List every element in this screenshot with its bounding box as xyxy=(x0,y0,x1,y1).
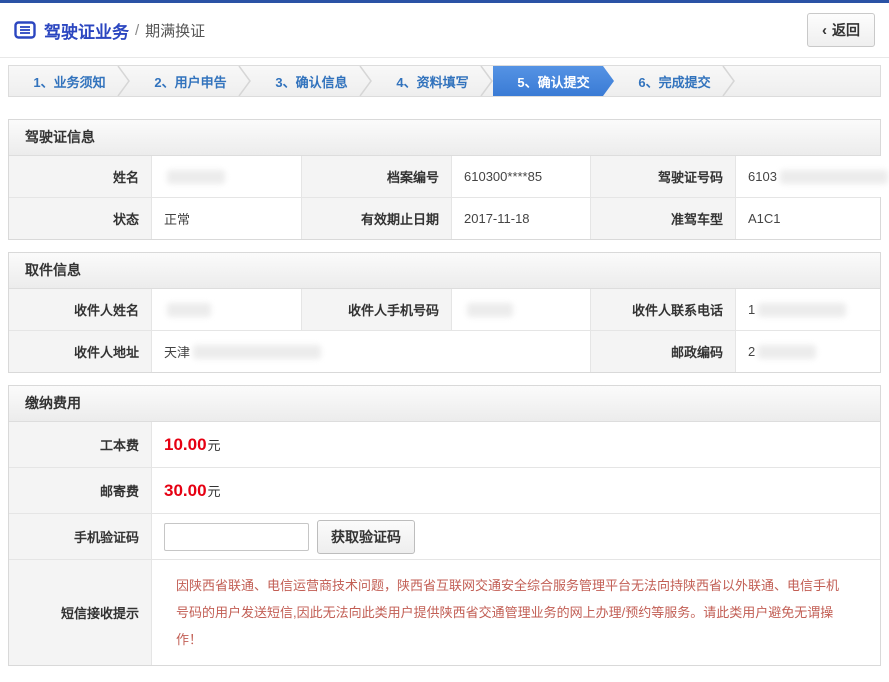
step-navigation: 1、业务须知 2、用户申告 3、确认信息 4、资料填写 5、确认提交 xyxy=(8,65,881,97)
table-row: 收件人地址 天津 邮政编码 2 xyxy=(9,330,880,372)
license-no-text: 6103 xyxy=(748,169,777,184)
step-2-declaration[interactable]: 2、用户申告 xyxy=(130,66,251,96)
recipient-mobile-value xyxy=(452,289,591,330)
name-label: 姓名 xyxy=(9,156,152,197)
sms-code-label: 手机验证码 xyxy=(9,514,152,559)
section-title: 缴纳费用 xyxy=(9,386,880,422)
recipient-address-label: 收件人地址 xyxy=(9,331,152,372)
status-label: 状态 xyxy=(9,198,152,239)
back-button[interactable]: ‹ 返回 xyxy=(807,13,875,47)
censored-blur xyxy=(167,170,225,184)
step-6-complete[interactable]: 6、完成提交 xyxy=(614,66,735,96)
expiry-label: 有效期止日期 xyxy=(302,198,452,239)
postage-fee-unit: 元 xyxy=(208,481,221,500)
name-value xyxy=(152,156,302,197)
vehicle-class-label: 准驾车型 xyxy=(591,198,736,239)
sms-code-input[interactable] xyxy=(164,523,309,551)
table-row: 邮寄费 30.00 元 xyxy=(9,467,880,513)
table-row: 短信接收提示 因陕西省联通、电信运营商技术问题，陕西省互联网交通安全综合服务管理… xyxy=(9,559,880,665)
breadcrumb-separator: / xyxy=(135,22,139,39)
table-row: 收件人姓名 收件人手机号码 收件人联系电话 1 xyxy=(9,289,880,330)
recipient-mobile-label: 收件人手机号码 xyxy=(302,289,452,330)
step-3-confirm-info[interactable]: 3、确认信息 xyxy=(251,66,372,96)
recipient-phone-text: 1 xyxy=(748,302,755,317)
chevron-right-icon xyxy=(238,66,251,96)
footer-actions: 上一步 完成 xyxy=(0,666,889,682)
chevron-right-icon xyxy=(359,66,372,96)
recipient-name-label: 收件人姓名 xyxy=(9,289,152,330)
recipient-address-text: 天津 xyxy=(164,342,190,361)
censored-blur xyxy=(467,303,513,317)
table-row: 状态 正常 有效期止日期 2017-11-18 准驾车型 A1C1 xyxy=(9,197,880,239)
step-label: 3、确认信息 xyxy=(275,72,347,91)
file-no-label: 档案编号 xyxy=(302,156,452,197)
postal-code-text: 2 xyxy=(748,344,755,359)
pickup-info-section: 取件信息 收件人姓名 收件人手机号码 收件人联系电话 1 收件人地址 天津 xyxy=(8,252,881,373)
license-info-section: 驾驶证信息 姓名 档案编号 610300****85 驾驶证号码 6103 状态… xyxy=(8,119,881,240)
page-header: 驾驶证业务 / 期满换证 ‹ 返回 xyxy=(0,3,889,58)
chevron-right-icon xyxy=(480,66,493,96)
postage-fee-value: 30.00 元 xyxy=(152,468,880,513)
censored-blur xyxy=(167,303,211,317)
step-1-notice[interactable]: 1、业务须知 xyxy=(9,66,130,96)
chevron-right-icon xyxy=(117,66,130,96)
license-no-label: 驾驶证号码 xyxy=(591,156,736,197)
section-title: 驾驶证信息 xyxy=(9,120,880,156)
step-label: 1、业务须知 xyxy=(33,72,105,91)
vehicle-class-value: A1C1 xyxy=(736,198,880,239)
section-title: 取件信息 xyxy=(9,253,880,289)
page-title: 驾驶证业务 xyxy=(44,18,129,43)
step-label: 6、完成提交 xyxy=(638,72,710,91)
table-row: 姓名 档案编号 610300****85 驾驶证号码 6103 xyxy=(9,156,880,197)
chevron-left-icon: ‹ xyxy=(822,23,827,38)
censored-blur xyxy=(758,303,846,317)
postage-fee-label: 邮寄费 xyxy=(9,468,152,513)
recipient-name-value xyxy=(152,289,302,330)
breadcrumb-current: 期满换证 xyxy=(145,20,205,41)
postal-code-label: 邮政编码 xyxy=(591,331,736,372)
postal-code-value: 2 xyxy=(736,331,880,372)
censored-blur xyxy=(193,345,321,359)
recipient-address-value: 天津 xyxy=(152,331,591,372)
sms-notice-cell: 因陕西省联通、电信运营商技术问题，陕西省互联网交通安全综合服务管理平台无法向持陕… xyxy=(152,560,880,665)
step-label: 4、资料填写 xyxy=(396,72,468,91)
cost-fee-value: 10.00 元 xyxy=(152,422,880,467)
cost-fee-amount: 10.00 xyxy=(164,435,207,455)
file-no-value: 610300****85 xyxy=(452,156,591,197)
license-no-value: 6103 xyxy=(736,156,889,197)
sms-code-cell: 获取验证码 xyxy=(152,514,880,559)
fees-section: 缴纳费用 工本费 10.00 元 邮寄费 30.00 元 手机验证码 获取验证码… xyxy=(8,385,881,666)
recipient-phone-label: 收件人联系电话 xyxy=(591,289,736,330)
step-label: 5、确认提交 xyxy=(517,72,589,91)
censored-blur xyxy=(780,170,888,184)
license-renewal-page: 驾驶证业务 / 期满换证 ‹ 返回 1、业务须知 2、用户申告 3、确认信息 xyxy=(0,0,889,682)
recipient-phone-value: 1 xyxy=(736,289,880,330)
status-value: 正常 xyxy=(152,198,302,239)
steps-filler xyxy=(735,66,880,96)
sms-notice-text: 因陕西省联通、电信运营商技术问题，陕西省互联网交通安全综合服务管理平台无法向持陕… xyxy=(164,564,868,661)
step-4-fill-data[interactable]: 4、资料填写 xyxy=(372,66,493,96)
table-row: 手机验证码 获取验证码 xyxy=(9,513,880,559)
get-sms-code-button[interactable]: 获取验证码 xyxy=(317,520,415,554)
step-label: 2、用户申告 xyxy=(154,72,226,91)
table-row: 工本费 10.00 元 xyxy=(9,422,880,467)
postage-fee-amount: 30.00 xyxy=(164,481,207,501)
cost-fee-label: 工本费 xyxy=(9,422,152,467)
back-button-label: 返回 xyxy=(832,20,860,40)
chevron-right-icon xyxy=(722,66,735,96)
censored-blur xyxy=(758,345,816,359)
sms-notice-label: 短信接收提示 xyxy=(9,560,152,665)
expiry-value: 2017-11-18 xyxy=(452,198,591,239)
license-menu-icon xyxy=(14,21,36,39)
cost-fee-unit: 元 xyxy=(208,435,221,454)
step-5-confirm-submit[interactable]: 5、确认提交 xyxy=(493,66,614,96)
